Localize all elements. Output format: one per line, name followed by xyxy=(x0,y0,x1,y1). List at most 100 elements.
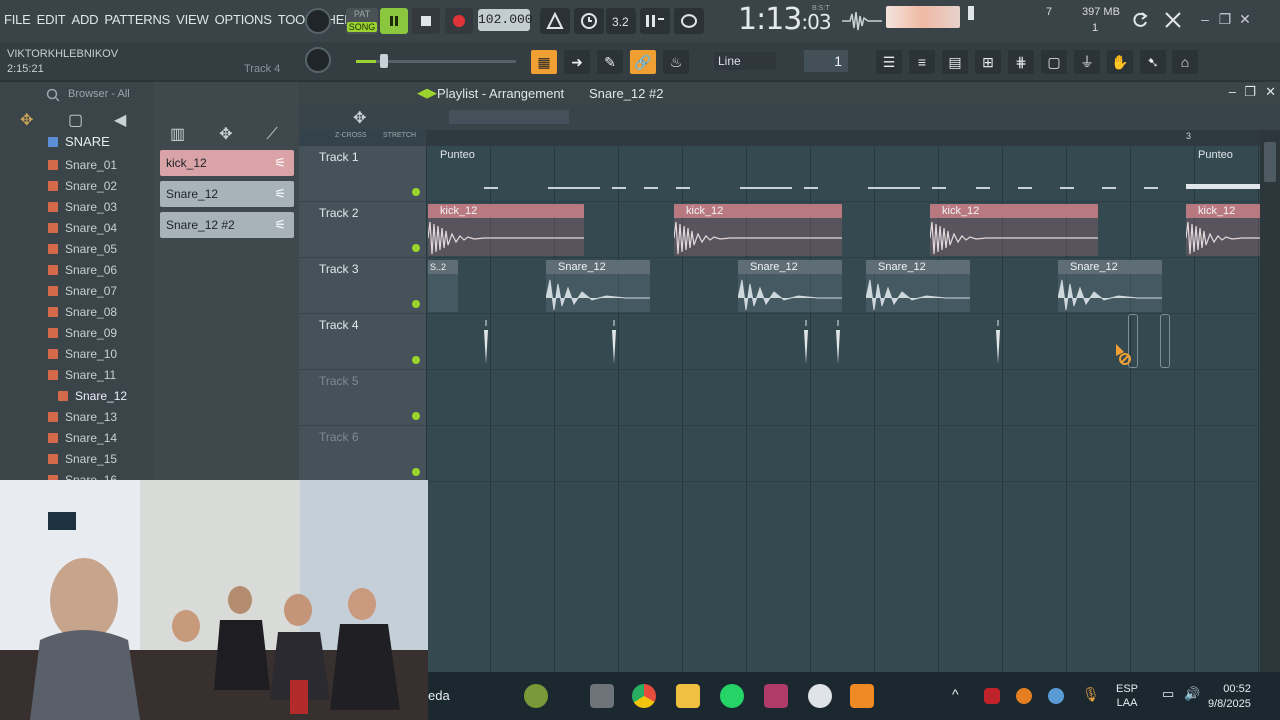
clip-snare-short[interactable]: S..2 xyxy=(428,260,458,312)
pat-song-toggle[interactable]: PAT SONG xyxy=(346,8,378,34)
pattern-icon[interactable]: ▥ xyxy=(170,126,185,143)
browser-item[interactable]: Snare_04 xyxy=(48,218,117,239)
tempo-display[interactable]: 102.000 xyxy=(478,9,533,31)
step-edit-button[interactable] xyxy=(640,8,670,34)
track-header[interactable]: Track 1 xyxy=(299,146,426,202)
search-icon[interactable] xyxy=(46,88,60,102)
master-volume-knob[interactable] xyxy=(305,8,331,34)
master-pitch-knob[interactable] xyxy=(305,47,331,73)
plugin-button[interactable]: ⏚ xyxy=(1074,50,1100,74)
app-icon[interactable] xyxy=(808,684,832,708)
menu-edit[interactable]: EDIT xyxy=(37,12,66,27)
whatsapp-icon[interactable] xyxy=(720,684,744,708)
browser-item[interactable]: Snare_03 xyxy=(48,197,117,218)
tab-plugins-icon[interactable]: ◀ xyxy=(114,110,126,130)
minimize-icon[interactable]: – xyxy=(1198,12,1212,26)
refresh-icon[interactable] xyxy=(1130,10,1150,30)
menu-patterns[interactable]: PATTERNS xyxy=(104,12,170,27)
menu-add[interactable]: ADD xyxy=(71,12,98,27)
clip-kick[interactable]: kick_12 xyxy=(1186,204,1260,256)
touch-button[interactable]: ✋ xyxy=(1107,50,1133,74)
tray-chevron-icon[interactable]: ^ xyxy=(952,686,959,702)
file-button[interactable]: ▢ xyxy=(1041,50,1067,74)
tray-app-icon[interactable] xyxy=(984,688,1000,704)
browser-item[interactable]: Snare_14 xyxy=(48,428,117,449)
audio-icon[interactable]: ✥ xyxy=(219,126,232,143)
taskbar-search[interactable]: eda xyxy=(428,688,450,703)
track-header[interactable]: Track 4 xyxy=(299,314,426,370)
track-header[interactable]: Track 5 xyxy=(299,370,426,426)
volume-icon[interactable]: 🔊 xyxy=(1184,686,1200,702)
close-icon[interactable]: ✕ xyxy=(1238,12,1252,26)
toolbar-pointer-icon[interactable]: ✥ xyxy=(353,108,366,128)
track-enable-led[interactable] xyxy=(412,300,420,308)
step-value[interactable]: 1 xyxy=(804,50,848,72)
browser-button[interactable]: ▤ xyxy=(942,50,968,74)
scroll-thumb[interactable] xyxy=(1264,142,1276,182)
track-enable-led[interactable] xyxy=(412,412,420,420)
pause-button[interactable] xyxy=(380,8,408,34)
browser-item[interactable]: Snare_11 xyxy=(48,365,116,386)
clip-hit[interactable] xyxy=(802,316,810,368)
stop-button[interactable] xyxy=(412,8,440,34)
sync-icon[interactable] xyxy=(1048,688,1064,704)
browser-item[interactable]: Snare_10 xyxy=(48,344,117,365)
channel-snare[interactable]: Snare_12 ⚟ xyxy=(160,181,294,207)
playlist-pattern-name[interactable]: Snare_12 #2 xyxy=(589,86,663,101)
plugin-picker-button[interactable]: ⊞ xyxy=(975,50,1001,74)
automation-icon[interactable]: ⟋ xyxy=(267,126,278,143)
clip-kick[interactable]: kick_12 xyxy=(674,204,842,256)
browser-item[interactable]: Snare_05 xyxy=(48,239,117,260)
restore-icon[interactable]: ❐ xyxy=(1218,12,1232,26)
arrangement-grid[interactable]: Punteo Punteo kick_12 kick_12 kick_12 ki… xyxy=(426,146,1260,672)
menu-file[interactable]: FILE xyxy=(4,12,31,27)
record-button[interactable] xyxy=(445,8,473,34)
browser-item[interactable]: Snare_13 xyxy=(48,407,117,428)
clip-snare[interactable]: Snare_12 xyxy=(1058,260,1162,312)
countdown-button[interactable]: 3.2 xyxy=(606,8,636,34)
track-header[interactable]: Track 2 xyxy=(299,202,426,258)
file-explorer-small-icon[interactable] xyxy=(590,684,614,708)
cart-button[interactable]: ⌂ xyxy=(1172,50,1198,74)
clip-snare[interactable]: Snare_12 xyxy=(546,260,650,312)
track-header[interactable]: Track 3 xyxy=(299,258,426,314)
winrar-icon[interactable] xyxy=(764,684,788,708)
wait-input-button[interactable] xyxy=(574,8,604,34)
clip-hit[interactable] xyxy=(834,316,842,368)
mixer-button[interactable]: ☰ xyxy=(876,50,902,74)
browser-item[interactable]: Snare_01 xyxy=(48,155,117,176)
clip-hit[interactable] xyxy=(994,316,1002,368)
folder-snare[interactable]: SNARE xyxy=(48,134,110,149)
piano-roll-button[interactable]: ➜ xyxy=(564,50,590,74)
browser-item[interactable]: Snare_15 xyxy=(48,449,117,470)
playlist-minimize-icon[interactable]: – xyxy=(1229,84,1236,99)
stamp-tool-button[interactable]: ♨ xyxy=(663,50,689,74)
clip-punteo[interactable]: Punteo xyxy=(428,148,1186,200)
playlist-close-icon[interactable]: ✕ xyxy=(1265,84,1276,100)
menu-view[interactable]: VIEW xyxy=(176,12,209,27)
channel-rack-button[interactable]: ≡ xyxy=(909,50,935,74)
track-header[interactable]: Track 6 xyxy=(299,426,426,482)
folder-icon[interactable] xyxy=(676,684,700,708)
browser-item[interactable]: Snare_06 xyxy=(48,260,117,281)
patterns-button[interactable]: ⋕ xyxy=(1008,50,1034,74)
menu-options[interactable]: OPTIONS xyxy=(215,12,272,27)
clip-hit-ghost[interactable] xyxy=(1160,314,1170,368)
stretch-label[interactable]: STRETCH xyxy=(383,132,416,139)
loop-record-button[interactable] xyxy=(674,8,704,34)
browser-item[interactable]: Snare_02 xyxy=(48,176,117,197)
browser-item[interactable]: Snare_08 xyxy=(48,302,117,323)
language-indicator[interactable]: ESP LAA xyxy=(1116,682,1138,710)
network-icon[interactable]: ▭ xyxy=(1162,686,1174,702)
timeline-ruler[interactable]: 3 xyxy=(426,130,1260,146)
clip-punteo-2[interactable]: Punteo xyxy=(1186,148,1260,200)
link-button[interactable]: 🔗 xyxy=(630,50,656,74)
overview-scrollbar[interactable] xyxy=(449,110,569,124)
master-level-slider[interactable] xyxy=(356,54,516,68)
track-enable-led[interactable] xyxy=(412,356,420,364)
clip-hit[interactable] xyxy=(610,316,618,368)
taskbar-clock[interactable]: 00:52 9/8/2025 xyxy=(1208,682,1251,712)
tray-app-icon-2[interactable] xyxy=(1016,688,1032,704)
slider-thumb[interactable] xyxy=(380,54,388,68)
channel-kick[interactable]: kick_12 ⚟ xyxy=(160,150,294,176)
